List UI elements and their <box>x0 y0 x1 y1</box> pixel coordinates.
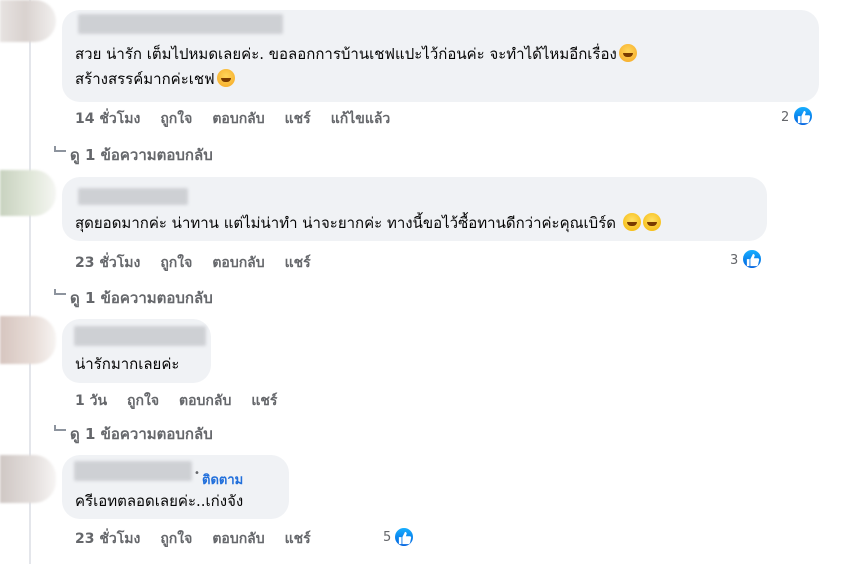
comment-text-line: สร้างสรรค์มากค่ะเชฟ <box>75 70 215 88</box>
comment-text-line: ครีเอทตลอดเลยค่ะ..เก่งจัง <box>75 492 244 510</box>
separator-dot: • <box>194 468 200 479</box>
grinning-emoji <box>642 213 661 231</box>
like-icon[interactable] <box>393 526 415 548</box>
smiling-hearts-emoji <box>216 69 235 87</box>
comment-text-line: สุดยอดมากค่ะ น่าทาน แต่ไม่น่าทำ น่าจะยาก… <box>75 214 616 232</box>
like-icon[interactable] <box>792 105 814 127</box>
reply-button[interactable]: ตอบกลับ <box>179 393 231 409</box>
reaction-count[interactable]: 5 <box>383 530 391 545</box>
author-name[interactable] <box>78 14 283 34</box>
reply-button[interactable]: ตอบกลับ <box>212 531 264 547</box>
like-button[interactable]: ถูกใจ <box>160 531 192 547</box>
comment-text: สวย น่ารัก เต็มไปหมดเลยค่ะ. ขอลอกการบ้าน… <box>75 43 637 65</box>
timestamp[interactable]: 14 ชั่วโมง <box>75 111 140 127</box>
avatar[interactable] <box>0 316 56 364</box>
timestamp[interactable]: 23 ชั่วโมง <box>75 255 140 271</box>
reply-arrow-icon <box>54 425 66 431</box>
comment-text: สร้างสรรค์มากค่ะเชฟ <box>75 68 235 90</box>
reply-button[interactable]: ตอบกลับ <box>212 111 264 127</box>
rolling-laughing-emoji <box>618 44 637 62</box>
share-button[interactable]: แชร์ <box>285 255 311 271</box>
reaction-count[interactable]: 2 <box>781 110 789 125</box>
share-button[interactable]: แชร์ <box>285 531 311 547</box>
timestamp[interactable]: 1 วัน <box>75 393 107 409</box>
avatar[interactable] <box>0 0 56 42</box>
reply-button[interactable]: ตอบกลับ <box>212 255 264 271</box>
comment-actions: 23 ชั่วโมง ถูกใจ ตอบกลับ แชร์ <box>75 528 331 550</box>
view-replies-link[interactable]: ดู 1 ข้อความตอบกลับ <box>70 422 213 446</box>
view-replies-link[interactable]: ดู 1 ข้อความตอบกลับ <box>70 143 213 167</box>
comment-text-line: น่ารักมากเลยค่ะ <box>75 355 180 373</box>
comment-text: สุดยอดมากค่ะ น่าทาน แต่ไม่น่าทำ น่าจะยาก… <box>75 212 661 234</box>
comment-text: ครีเอทตลอดเลยค่ะ..เก่งจัง <box>75 490 243 512</box>
like-button[interactable]: ถูกใจ <box>127 393 159 409</box>
author-name[interactable] <box>74 326 206 346</box>
grinning-emoji <box>622 213 641 231</box>
view-replies-link[interactable]: ดู 1 ข้อความตอบกลับ <box>70 286 213 310</box>
reaction-count[interactable]: 3 <box>730 253 738 268</box>
comment-text: น่ารักมากเลยค่ะ <box>75 353 179 375</box>
comment-text-line: สวย น่ารัก เต็มไปหมดเลยค่ะ. ขอลอกการบ้าน… <box>75 45 617 63</box>
share-button[interactable]: แชร์ <box>285 111 311 127</box>
share-button[interactable]: แชร์ <box>251 393 277 409</box>
comment-actions: 1 วัน ถูกใจ ตอบกลับ แชร์ <box>75 390 297 412</box>
like-button[interactable]: ถูกใจ <box>160 111 192 127</box>
author-name[interactable] <box>78 188 188 205</box>
avatar[interactable] <box>0 455 56 503</box>
timestamp[interactable]: 23 ชั่วโมง <box>75 531 140 547</box>
like-icon[interactable] <box>741 248 763 270</box>
follow-link[interactable]: ติดตาม <box>202 469 243 490</box>
comment-actions: 14 ชั่วโมง ถูกใจ ตอบกลับ แชร์ แก้ไขแล้ว <box>75 108 410 130</box>
like-button[interactable]: ถูกใจ <box>160 255 192 271</box>
author-name[interactable] <box>74 461 192 481</box>
comment-actions: 23 ชั่วโมง ถูกใจ ตอบกลับ แชร์ <box>75 252 331 274</box>
reply-arrow-icon <box>54 146 66 152</box>
avatar[interactable] <box>0 170 56 216</box>
edited-label[interactable]: แก้ไขแล้ว <box>331 111 391 127</box>
reply-arrow-icon <box>54 289 66 295</box>
